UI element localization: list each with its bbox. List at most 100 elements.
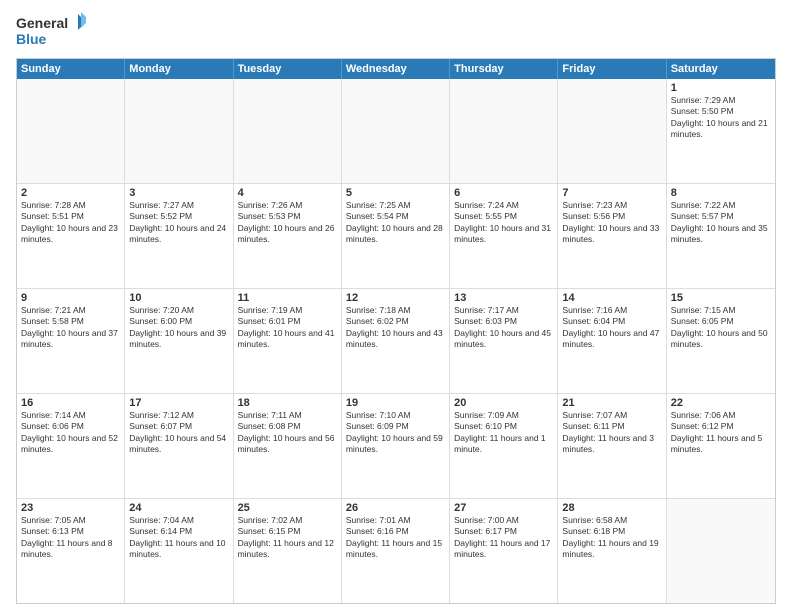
header-day-saturday: Saturday [667, 59, 775, 79]
calendar-header: SundayMondayTuesdayWednesdayThursdayFrid… [17, 59, 775, 79]
cell-text: Sunrise: 7:17 AM Sunset: 6:03 PM Dayligh… [454, 305, 553, 351]
cal-cell: 7Sunrise: 7:23 AM Sunset: 5:56 PM Daylig… [558, 184, 666, 288]
day-number: 1 [671, 82, 771, 94]
cal-cell: 18Sunrise: 7:11 AM Sunset: 6:08 PM Dayli… [234, 394, 342, 498]
generalblue-logo-icon: General Blue [16, 12, 86, 52]
cal-cell [125, 79, 233, 183]
cell-text: Sunrise: 7:11 AM Sunset: 6:08 PM Dayligh… [238, 410, 337, 456]
day-number: 3 [129, 187, 228, 199]
cal-cell: 21Sunrise: 7:07 AM Sunset: 6:11 PM Dayli… [558, 394, 666, 498]
cell-text: Sunrise: 7:01 AM Sunset: 6:16 PM Dayligh… [346, 515, 445, 561]
day-number: 10 [129, 292, 228, 304]
cal-cell: 20Sunrise: 7:09 AM Sunset: 6:10 PM Dayli… [450, 394, 558, 498]
cell-text: Sunrise: 7:28 AM Sunset: 5:51 PM Dayligh… [21, 200, 120, 246]
cell-text: Sunrise: 7:23 AM Sunset: 5:56 PM Dayligh… [562, 200, 661, 246]
cal-cell [17, 79, 125, 183]
cell-text: Sunrise: 7:05 AM Sunset: 6:13 PM Dayligh… [21, 515, 120, 561]
cell-text: Sunrise: 7:21 AM Sunset: 5:58 PM Dayligh… [21, 305, 120, 351]
cal-cell: 12Sunrise: 7:18 AM Sunset: 6:02 PM Dayli… [342, 289, 450, 393]
cal-cell: 14Sunrise: 7:16 AM Sunset: 6:04 PM Dayli… [558, 289, 666, 393]
cal-cell: 26Sunrise: 7:01 AM Sunset: 6:16 PM Dayli… [342, 499, 450, 603]
day-number: 25 [238, 502, 337, 514]
cell-text: Sunrise: 7:06 AM Sunset: 6:12 PM Dayligh… [671, 410, 771, 456]
cell-text: Sunrise: 7:25 AM Sunset: 5:54 PM Dayligh… [346, 200, 445, 246]
header-day-tuesday: Tuesday [234, 59, 342, 79]
cal-cell [450, 79, 558, 183]
cal-cell: 17Sunrise: 7:12 AM Sunset: 6:07 PM Dayli… [125, 394, 233, 498]
header-day-monday: Monday [125, 59, 233, 79]
day-number: 9 [21, 292, 120, 304]
logo: General Blue [16, 12, 86, 52]
cell-text: Sunrise: 7:09 AM Sunset: 6:10 PM Dayligh… [454, 410, 553, 456]
cal-cell: 22Sunrise: 7:06 AM Sunset: 6:12 PM Dayli… [667, 394, 775, 498]
cal-cell: 9Sunrise: 7:21 AM Sunset: 5:58 PM Daylig… [17, 289, 125, 393]
cell-text: Sunrise: 7:18 AM Sunset: 6:02 PM Dayligh… [346, 305, 445, 351]
day-number: 24 [129, 502, 228, 514]
day-number: 12 [346, 292, 445, 304]
page: General Blue SundayMondayTuesdayWednesda… [0, 0, 792, 612]
cal-cell: 4Sunrise: 7:26 AM Sunset: 5:53 PM Daylig… [234, 184, 342, 288]
cal-cell: 2Sunrise: 7:28 AM Sunset: 5:51 PM Daylig… [17, 184, 125, 288]
svg-text:Blue: Blue [16, 31, 47, 47]
day-number: 22 [671, 397, 771, 409]
week-row-3: 9Sunrise: 7:21 AM Sunset: 5:58 PM Daylig… [17, 288, 775, 393]
cal-cell [667, 499, 775, 603]
day-number: 4 [238, 187, 337, 199]
cal-cell: 15Sunrise: 7:15 AM Sunset: 6:05 PM Dayli… [667, 289, 775, 393]
cell-text: Sunrise: 7:15 AM Sunset: 6:05 PM Dayligh… [671, 305, 771, 351]
cell-text: Sunrise: 6:58 AM Sunset: 6:18 PM Dayligh… [562, 515, 661, 561]
cal-cell: 6Sunrise: 7:24 AM Sunset: 5:55 PM Daylig… [450, 184, 558, 288]
week-row-2: 2Sunrise: 7:28 AM Sunset: 5:51 PM Daylig… [17, 183, 775, 288]
cell-text: Sunrise: 7:00 AM Sunset: 6:17 PM Dayligh… [454, 515, 553, 561]
header-day-friday: Friday [558, 59, 666, 79]
cal-cell: 28Sunrise: 6:58 AM Sunset: 6:18 PM Dayli… [558, 499, 666, 603]
cell-text: Sunrise: 7:10 AM Sunset: 6:09 PM Dayligh… [346, 410, 445, 456]
cal-cell: 27Sunrise: 7:00 AM Sunset: 6:17 PM Dayli… [450, 499, 558, 603]
week-row-4: 16Sunrise: 7:14 AM Sunset: 6:06 PM Dayli… [17, 393, 775, 498]
cal-cell: 10Sunrise: 7:20 AM Sunset: 6:00 PM Dayli… [125, 289, 233, 393]
day-number: 14 [562, 292, 661, 304]
day-number: 11 [238, 292, 337, 304]
week-row-1: 1Sunrise: 7:29 AM Sunset: 5:50 PM Daylig… [17, 79, 775, 183]
day-number: 16 [21, 397, 120, 409]
svg-text:General: General [16, 15, 68, 31]
day-number: 27 [454, 502, 553, 514]
cal-cell: 8Sunrise: 7:22 AM Sunset: 5:57 PM Daylig… [667, 184, 775, 288]
header-day-wednesday: Wednesday [342, 59, 450, 79]
day-number: 26 [346, 502, 445, 514]
cal-cell: 11Sunrise: 7:19 AM Sunset: 6:01 PM Dayli… [234, 289, 342, 393]
day-number: 5 [346, 187, 445, 199]
cal-cell [342, 79, 450, 183]
day-number: 13 [454, 292, 553, 304]
cal-cell [234, 79, 342, 183]
cell-text: Sunrise: 7:26 AM Sunset: 5:53 PM Dayligh… [238, 200, 337, 246]
day-number: 6 [454, 187, 553, 199]
day-number: 23 [21, 502, 120, 514]
cal-cell: 23Sunrise: 7:05 AM Sunset: 6:13 PM Dayli… [17, 499, 125, 603]
cell-text: Sunrise: 7:29 AM Sunset: 5:50 PM Dayligh… [671, 95, 771, 141]
day-number: 17 [129, 397, 228, 409]
day-number: 21 [562, 397, 661, 409]
day-number: 28 [562, 502, 661, 514]
day-number: 20 [454, 397, 553, 409]
cell-text: Sunrise: 7:20 AM Sunset: 6:00 PM Dayligh… [129, 305, 228, 351]
cell-text: Sunrise: 7:22 AM Sunset: 5:57 PM Dayligh… [671, 200, 771, 246]
calendar-body: 1Sunrise: 7:29 AM Sunset: 5:50 PM Daylig… [17, 79, 775, 603]
day-number: 15 [671, 292, 771, 304]
cell-text: Sunrise: 7:12 AM Sunset: 6:07 PM Dayligh… [129, 410, 228, 456]
cal-cell: 16Sunrise: 7:14 AM Sunset: 6:06 PM Dayli… [17, 394, 125, 498]
cell-text: Sunrise: 7:07 AM Sunset: 6:11 PM Dayligh… [562, 410, 661, 456]
cal-cell [558, 79, 666, 183]
cell-text: Sunrise: 7:16 AM Sunset: 6:04 PM Dayligh… [562, 305, 661, 351]
day-number: 19 [346, 397, 445, 409]
cal-cell: 13Sunrise: 7:17 AM Sunset: 6:03 PM Dayli… [450, 289, 558, 393]
cal-cell: 1Sunrise: 7:29 AM Sunset: 5:50 PM Daylig… [667, 79, 775, 183]
cell-text: Sunrise: 7:27 AM Sunset: 5:52 PM Dayligh… [129, 200, 228, 246]
day-number: 8 [671, 187, 771, 199]
day-number: 18 [238, 397, 337, 409]
cal-cell: 3Sunrise: 7:27 AM Sunset: 5:52 PM Daylig… [125, 184, 233, 288]
day-number: 7 [562, 187, 661, 199]
header-day-sunday: Sunday [17, 59, 125, 79]
cell-text: Sunrise: 7:24 AM Sunset: 5:55 PM Dayligh… [454, 200, 553, 246]
header: General Blue [16, 12, 776, 52]
